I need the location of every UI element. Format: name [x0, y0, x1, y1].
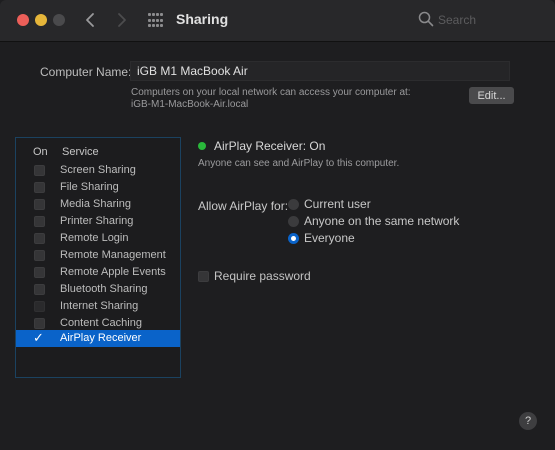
back-button[interactable]	[80, 10, 100, 30]
service-label: Content Caching	[60, 317, 142, 329]
service-label: Bluetooth Sharing	[60, 283, 148, 295]
search-icon	[418, 11, 434, 27]
radio-button[interactable]	[288, 216, 299, 227]
minimize-window-button[interactable]	[35, 14, 47, 26]
service-label: Media Sharing	[60, 198, 131, 210]
service-label: Remote Login	[60, 232, 129, 244]
window-title: Sharing	[176, 11, 229, 27]
radio-button[interactable]	[288, 233, 299, 244]
service-checkbox[interactable]	[34, 250, 45, 261]
checkmark-icon[interactable]: ✓	[33, 331, 44, 344]
computer-name-label: Computer Name:	[40, 65, 132, 79]
radio-button[interactable]	[288, 199, 299, 210]
service-label: Remote Apple Events	[60, 266, 166, 278]
forward-button[interactable]	[112, 10, 132, 30]
require-password-checkbox[interactable]	[198, 271, 209, 282]
service-label: Remote Management	[60, 249, 166, 261]
service-row-media-sharing[interactable]: Media Sharing	[16, 196, 180, 213]
show-all-grid-icon[interactable]	[148, 13, 164, 29]
zoom-window-button[interactable]	[53, 14, 65, 26]
service-checkbox[interactable]	[34, 216, 45, 227]
chevron-left-icon	[86, 13, 94, 27]
radio-label: Everyone	[304, 231, 355, 245]
computer-local-address: iGB-M1-MacBook-Air.local	[131, 99, 249, 110]
service-checkbox[interactable]	[34, 165, 45, 176]
help-button[interactable]: ?	[519, 412, 537, 430]
service-row-printer-sharing[interactable]: Printer Sharing	[16, 213, 180, 230]
service-row-remote-apple-events[interactable]: Remote Apple Events	[16, 264, 180, 281]
require-password-label[interactable]: Require password	[214, 269, 311, 283]
service-checkbox[interactable]	[34, 301, 45, 312]
search-input[interactable]	[436, 10, 540, 30]
radio-label: Anyone on the same network	[304, 214, 460, 228]
service-row-bluetooth-sharing[interactable]: Bluetooth Sharing	[16, 281, 180, 298]
computer-name-field[interactable]	[130, 61, 510, 81]
service-label: Printer Sharing	[60, 215, 134, 227]
title-bar: Sharing	[0, 0, 555, 42]
service-row-screen-sharing[interactable]: Screen Sharing	[16, 162, 180, 179]
edit-button[interactable]: Edit...	[469, 87, 514, 104]
chevron-right-icon	[118, 13, 126, 27]
service-row-internet-sharing[interactable]: Internet Sharing	[16, 298, 180, 315]
service-checkbox[interactable]	[34, 284, 45, 295]
close-window-button[interactable]	[17, 14, 29, 26]
status-description: Anyone can see and AirPlay to this compu…	[198, 158, 400, 169]
status-title: AirPlay Receiver: On	[214, 139, 326, 153]
service-label: AirPlay Receiver	[60, 332, 142, 344]
radio-label: Current user	[304, 197, 371, 211]
service-checkbox[interactable]	[34, 267, 45, 278]
service-checkbox[interactable]	[34, 182, 45, 193]
search-field[interactable]	[416, 9, 546, 31]
computer-name-help-line1: Computers on your local network can acce…	[131, 87, 411, 98]
status-indicator	[198, 142, 206, 150]
column-header-service: Service	[62, 146, 99, 158]
service-checkbox[interactable]	[34, 199, 45, 210]
allow-airplay-label: Allow AirPlay for:	[198, 199, 289, 213]
service-checkbox[interactable]	[34, 318, 45, 329]
service-label: Screen Sharing	[60, 164, 136, 176]
computer-name-help: Computers on your local network can acce…	[131, 87, 411, 111]
sharing-window: Sharing Computer Name: Computers on your…	[0, 0, 555, 450]
service-list[interactable]: On Service Screen Sharing File Sharing M…	[15, 137, 181, 378]
service-row-file-sharing[interactable]: File Sharing	[16, 179, 180, 196]
service-label: File Sharing	[60, 181, 119, 193]
service-list-header: On Service	[16, 138, 180, 160]
service-label: Internet Sharing	[60, 300, 139, 312]
service-row-remote-management[interactable]: Remote Management	[16, 247, 180, 264]
service-checkbox[interactable]	[34, 233, 45, 244]
service-row-airplay-receiver[interactable]: ✓ AirPlay Receiver	[16, 330, 180, 347]
service-row-remote-login[interactable]: Remote Login	[16, 230, 180, 247]
column-header-on: On	[33, 146, 48, 158]
